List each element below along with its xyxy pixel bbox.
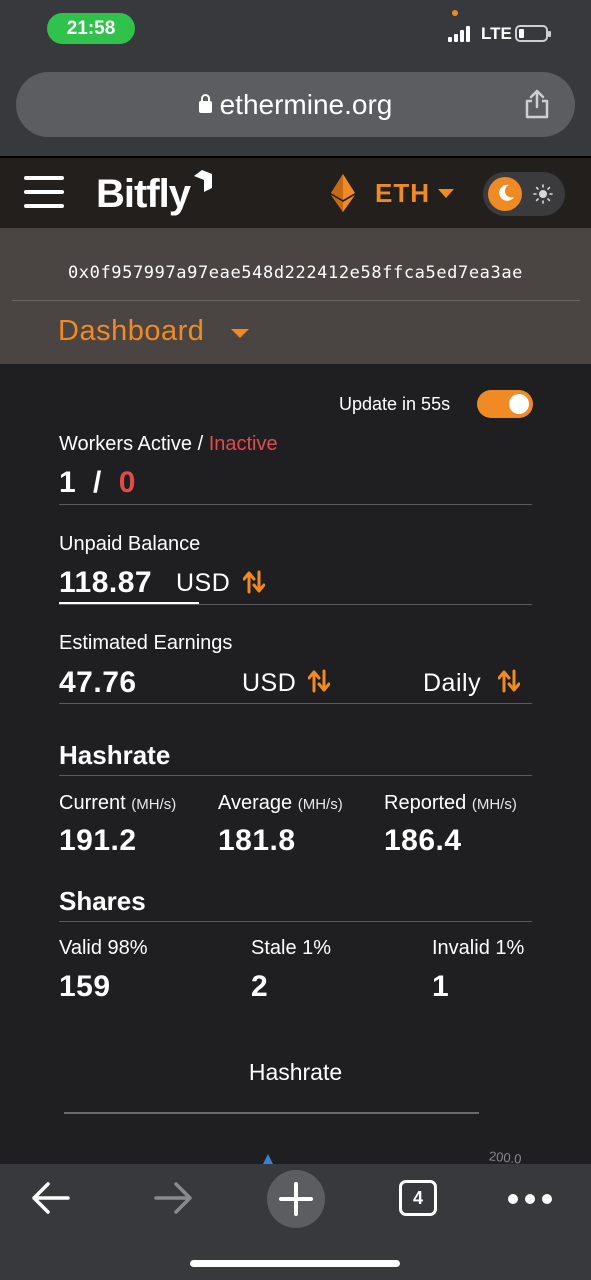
- estimated-earnings-unit: USD: [242, 669, 297, 697]
- workers-count: 1 / 0: [59, 466, 136, 500]
- label-text: Current: [59, 792, 126, 814]
- app-header: Bitfly ETH: [0, 156, 591, 228]
- estimated-earnings-label: Estimated Earnings: [59, 632, 233, 654]
- chart-title: Hashrate: [248, 1059, 343, 1085]
- currency-selector[interactable]: ETH: [375, 178, 430, 209]
- swap-currency-icon[interactable]: [308, 669, 330, 693]
- workers-separator: /: [197, 433, 204, 455]
- brand-logo[interactable]: Bitfly: [96, 172, 191, 217]
- workers-inactive-count: 0: [118, 466, 136, 499]
- divider: [12, 300, 580, 301]
- hashrate-reported-label: Reported (MH/s): [384, 792, 517, 815]
- dashboard-content: Update in 55s Workers Active / Inactive …: [0, 364, 591, 1167]
- moon-icon: [499, 184, 514, 201]
- unit-text: (MH/s): [131, 796, 177, 813]
- hashrate-average-value: 181.8: [218, 824, 296, 857]
- url-display[interactable]: ethermine.org: [16, 89, 575, 121]
- address-bar[interactable]: ethermine.org: [16, 72, 575, 137]
- menu-icon[interactable]: [24, 176, 64, 208]
- back-arrow-icon[interactable]: [30, 1180, 72, 1216]
- shares-valid-value: 159: [59, 970, 111, 1003]
- share-icon[interactable]: [523, 89, 551, 119]
- mic-indicator-dot: [452, 10, 458, 16]
- workers-count-separator: /: [93, 466, 102, 499]
- shares-title: Shares: [59, 886, 146, 916]
- swap-period-icon[interactable]: [498, 669, 520, 693]
- divider: [59, 775, 532, 776]
- tab-switcher-button[interactable]: 4: [399, 1180, 437, 1216]
- hashrate-current-label: Current (MH/s): [59, 792, 176, 815]
- unpaid-balance-label: Unpaid Balance: [59, 533, 201, 555]
- workers-inactive-label: Inactive: [208, 433, 278, 455]
- auto-update-toggle[interactable]: [477, 390, 533, 418]
- divider: [59, 921, 532, 922]
- ethereum-icon[interactable]: [331, 174, 355, 212]
- sun-icon: [533, 184, 553, 204]
- workers-label: Workers Active / Inactive: [59, 433, 278, 456]
- forward-arrow-icon[interactable]: [152, 1180, 194, 1216]
- dashboard-selector[interactable]: Dashboard: [58, 315, 204, 348]
- estimated-earnings-value: 47.76: [59, 666, 137, 699]
- earnings-period: Daily: [423, 669, 482, 697]
- url-text: ethermine.org: [219, 89, 393, 120]
- theme-toggle-knob: [488, 177, 522, 211]
- unit-text: (MH/s): [297, 796, 343, 813]
- signal-icon: [448, 26, 472, 42]
- wallet-section: 0x0f957997a97eae548d222412e58ffca5ed7ea3…: [0, 228, 591, 364]
- chevron-down-icon[interactable]: [438, 189, 454, 198]
- chevron-down-icon[interactable]: [231, 329, 249, 338]
- update-countdown: Update in 55s: [339, 394, 451, 414]
- label-text: Average: [218, 792, 293, 814]
- shares-invalid-value: 1: [432, 970, 450, 1003]
- hashrate-title: Hashrate: [59, 740, 171, 770]
- divider: [59, 703, 532, 704]
- hashrate-reported-value: 186.4: [384, 824, 462, 857]
- shares-stale-value: 2: [251, 970, 269, 1003]
- more-options-icon[interactable]: [508, 1194, 552, 1204]
- battery-icon: [515, 25, 551, 42]
- workers-active-label: Workers Active: [59, 433, 192, 455]
- hashrate-average-label: Average (MH/s): [218, 792, 343, 815]
- shares-valid-label: Valid 98%: [59, 937, 148, 959]
- unpaid-balance-value: 118.87: [59, 566, 153, 599]
- divider: [59, 604, 532, 605]
- unit-text: (MH/s): [471, 796, 517, 813]
- new-tab-button[interactable]: [267, 1170, 325, 1228]
- plus-icon: [279, 1182, 313, 1216]
- wallet-address: 0x0f957997a97eae548d222412e58ffca5ed7ea3…: [67, 263, 524, 283]
- label-text: Reported: [384, 792, 467, 814]
- theme-toggle[interactable]: [483, 172, 565, 216]
- divider: [59, 504, 532, 505]
- shares-stale-label: Stale 1%: [251, 937, 332, 959]
- status-time: 21:58: [47, 13, 135, 44]
- network-label: LTE: [481, 24, 512, 43]
- swap-currency-icon[interactable]: [243, 570, 265, 594]
- unpaid-balance-unit: USD: [176, 569, 231, 597]
- lock-icon: [198, 94, 212, 113]
- status-bar: 21:58 LTE: [0, 0, 591, 56]
- brand-mark-icon: [194, 170, 212, 192]
- hashrate-current-value: 191.2: [59, 824, 137, 857]
- browser-address-area: ethermine.org: [0, 56, 591, 156]
- workers-active-count: 1: [59, 466, 77, 499]
- toggle-knob: [509, 394, 529, 414]
- shares-invalid-label: Invalid 1%: [432, 937, 525, 959]
- home-indicator: [190, 1260, 400, 1267]
- browser-toolbar: 4: [0, 1164, 591, 1280]
- chart-marker: [263, 1154, 273, 1164]
- chart-divider: [64, 1112, 479, 1114]
